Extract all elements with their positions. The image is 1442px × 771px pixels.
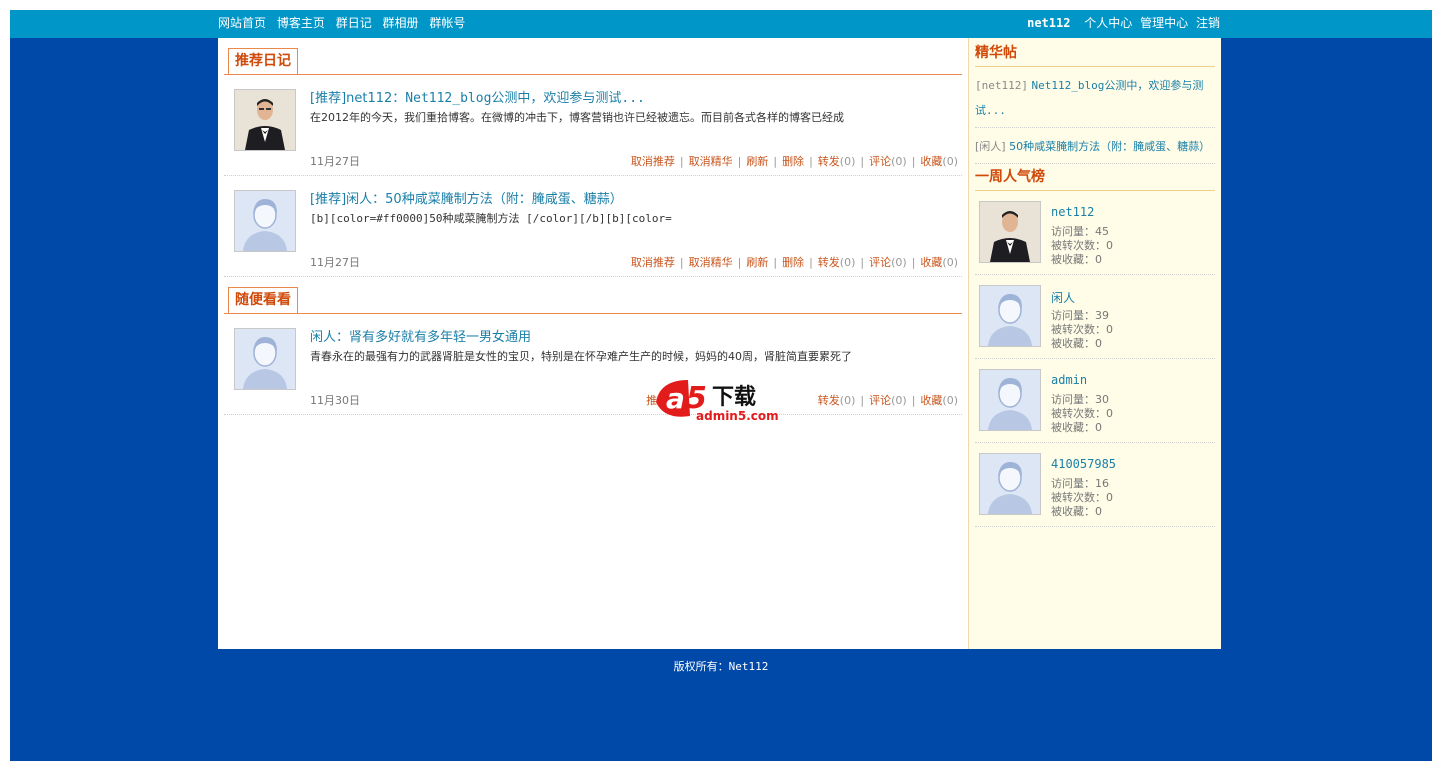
forward-count: (0)	[839, 394, 856, 407]
featured-author-tag: [闲人]	[975, 140, 1006, 153]
casual-section-header: 随便看看	[224, 287, 962, 314]
default-avatar[interactable]	[979, 369, 1041, 431]
refresh-button[interactable]: 刷新	[746, 256, 768, 269]
nav-blog-home[interactable]: 博客主页	[277, 16, 325, 30]
post-date: 11月30日	[310, 394, 360, 407]
svg-text:下载: 下载	[712, 384, 756, 410]
post-actions: 取消推荐 | 取消精华 | 刷新 | 删除 | 转发(0) | 评论(0) | 收藏(0)	[630, 155, 958, 168]
rank-favorites: 被收藏：0	[1051, 421, 1102, 434]
rank-username[interactable]: admin	[1051, 373, 1087, 387]
svg-text:admin5.com: admin5.com	[696, 409, 779, 423]
post-title-prefix: 闲人：	[310, 330, 350, 345]
delete-button[interactable]: 删除	[782, 155, 804, 168]
featured-section-title: 精华帖	[975, 44, 1215, 67]
nav-logout[interactable]: 注销	[1196, 16, 1220, 30]
a5-watermark-logo: a 5 下载 admin5.com	[656, 380, 779, 423]
favorite-count: (0)	[942, 256, 958, 269]
forward-button[interactable]: 转发	[818, 394, 840, 407]
comment-count: (0)	[891, 256, 907, 269]
main-nav: 网站首页 博客主页 群日记 群相册 群帐号	[218, 10, 472, 38]
post-title-link[interactable]: [推荐]net112：Net112_blog公测中，欢迎参与测试...	[310, 87, 645, 106]
svg-text:a: a	[666, 382, 685, 415]
nav-site-home[interactable]: 网站首页	[218, 16, 266, 30]
cancel-recommend-button[interactable]: 取消推荐	[631, 155, 675, 168]
rank-favorites: 被收藏：0	[1051, 337, 1102, 350]
post-actions: 取消推荐 | 取消精华 | 刷新 | 删除 | 转发(0) | 评论(0) | 收藏(0)	[630, 256, 958, 269]
post-title-text: Net112_blog公测中，欢迎参与测试...	[405, 91, 645, 106]
post-title-prefix: [推荐]net112：	[310, 91, 406, 106]
rank-item: net112 访问量：45 被转次数：0 被收藏：0	[975, 191, 1215, 275]
cancel-featured-button[interactable]: 取消精华	[689, 256, 733, 269]
default-avatar[interactable]	[979, 285, 1041, 347]
post-title-link[interactable]: 闲人：肾有多好就有多年轻一男女通用	[310, 326, 531, 345]
main-content: 推荐日记 [推荐]net112：Net112_blog公测中，欢迎参与测试...…	[218, 38, 968, 649]
featured-author-tag: [net112]	[975, 79, 1028, 92]
forward-count: (0)	[839, 155, 856, 168]
rank-item: admin 访问量：30 被转次数：0 被收藏：0	[975, 359, 1215, 443]
recommended-section-title: 推荐日记	[228, 48, 298, 74]
rank-favorites: 被收藏：0	[1051, 505, 1102, 518]
favorite-button[interactable]: 收藏	[920, 256, 942, 269]
rank-item: 410057985 访问量：16 被转次数：0 被收藏：0	[975, 443, 1215, 527]
comment-button[interactable]: 评论	[869, 394, 891, 407]
sidebar: 精华帖 [net112] Net112_blog公测中，欢迎参与测试... [闲…	[968, 38, 1221, 649]
rank-item: 闲人 访问量：39 被转次数：0 被收藏：0	[975, 275, 1215, 359]
nav-admin-center[interactable]: 管理中心	[1140, 16, 1188, 30]
featured-item[interactable]: [闲人] 50种咸菜腌制方法（附：腌咸蛋、糖蒜）	[975, 128, 1215, 164]
current-username: net112	[1027, 16, 1071, 30]
rank-favorites: 被收藏：0	[1051, 253, 1102, 266]
user-nav: net112 个人中心 管理中心 注销	[1027, 10, 1220, 38]
nav-personal-center[interactable]: 个人中心	[1084, 16, 1132, 30]
featured-item[interactable]: [net112] Net112_blog公测中，欢迎参与测试...	[975, 67, 1215, 128]
rank-username[interactable]: 410057985	[1051, 457, 1116, 471]
post-excerpt: [b][color=#ff0000]50种咸菜腌制方法 [/color][/b]…	[310, 212, 672, 225]
default-avatar[interactable]	[979, 453, 1041, 515]
cancel-featured-button[interactable]: 取消精华	[689, 155, 733, 168]
rank-username[interactable]: net112	[1051, 205, 1094, 219]
post-date: 11月27日	[310, 256, 360, 269]
forward-button[interactable]: 转发	[818, 155, 840, 168]
favorite-count: (0)	[942, 155, 958, 168]
favorite-button[interactable]: 收藏	[920, 155, 942, 168]
comment-count: (0)	[891, 155, 907, 168]
top-nav-bar: 网站首页 博客主页 群日记 群相册 群帐号 net112 个人中心 管理中心 注…	[10, 10, 1432, 38]
post-title-prefix: [推荐]闲人：	[310, 192, 386, 207]
favorite-button[interactable]: 收藏	[920, 394, 942, 407]
recommended-section-header: 推荐日记	[224, 48, 962, 75]
post-excerpt: 在2012年的今天，我们重拾博客。在微博的冲击下，博客营销也许已经被遗忘。而目前…	[310, 111, 844, 124]
featured-link[interactable]: 50种咸菜腌制方法（附：腌咸蛋、糖蒜）	[1009, 140, 1210, 153]
comment-button[interactable]: 评论	[869, 256, 891, 269]
post-item: 闲人：肾有多好就有多年轻一男女通用 青春永在的最强有力的武器肾脏是女性的宝贝，特…	[224, 314, 962, 415]
copyright-owner: Net112	[728, 660, 769, 673]
post-title-text: 50种咸菜腌制方法（附：腌咸蛋、糖蒜）	[385, 192, 623, 207]
favorite-count: (0)	[942, 394, 958, 407]
comment-count: (0)	[891, 394, 907, 407]
refresh-button[interactable]: 刷新	[746, 155, 768, 168]
user-photo-avatar[interactable]	[234, 89, 296, 151]
post-title-link[interactable]: [推荐]闲人：50种咸菜腌制方法（附：腌咸蛋、糖蒜）	[310, 188, 623, 207]
default-avatar[interactable]	[234, 190, 296, 252]
page-frame: 网站首页 博客主页 群日记 群相册 群帐号 net112 个人中心 管理中心 注…	[10, 10, 1432, 761]
post-item: [推荐]闲人：50种咸菜腌制方法（附：腌咸蛋、糖蒜） [b][color=#ff…	[224, 176, 962, 277]
post-excerpt: 青春永在的最强有力的武器肾脏是女性的宝贝，特别是在怀孕难产生产的时候，妈妈的40…	[310, 350, 852, 363]
post-date: 11月27日	[310, 155, 360, 168]
cancel-recommend-button[interactable]: 取消推荐	[631, 256, 675, 269]
copyright-label: 版权所有：	[673, 660, 729, 673]
user-photo-avatar[interactable]	[979, 201, 1041, 263]
rank-username[interactable]: 闲人	[1051, 289, 1075, 306]
footer-copyright: 版权所有：Net112	[10, 658, 1432, 674]
delete-button[interactable]: 删除	[782, 256, 804, 269]
forward-button[interactable]: 转发	[818, 256, 840, 269]
weekly-rank-title: 一周人气榜	[975, 168, 1215, 191]
forward-count: (0)	[839, 256, 856, 269]
comment-button[interactable]: 评论	[869, 155, 891, 168]
nav-group-account[interactable]: 群帐号	[429, 16, 465, 30]
nav-group-album[interactable]: 群相册	[383, 16, 419, 30]
nav-group-diary[interactable]: 群日记	[336, 16, 372, 30]
post-title-text: 肾有多好就有多年轻一男女通用	[349, 330, 532, 345]
casual-section-title: 随便看看	[228, 287, 298, 313]
post-item: [推荐]net112：Net112_blog公测中，欢迎参与测试... 在201…	[224, 75, 962, 176]
default-avatar[interactable]	[234, 328, 296, 390]
